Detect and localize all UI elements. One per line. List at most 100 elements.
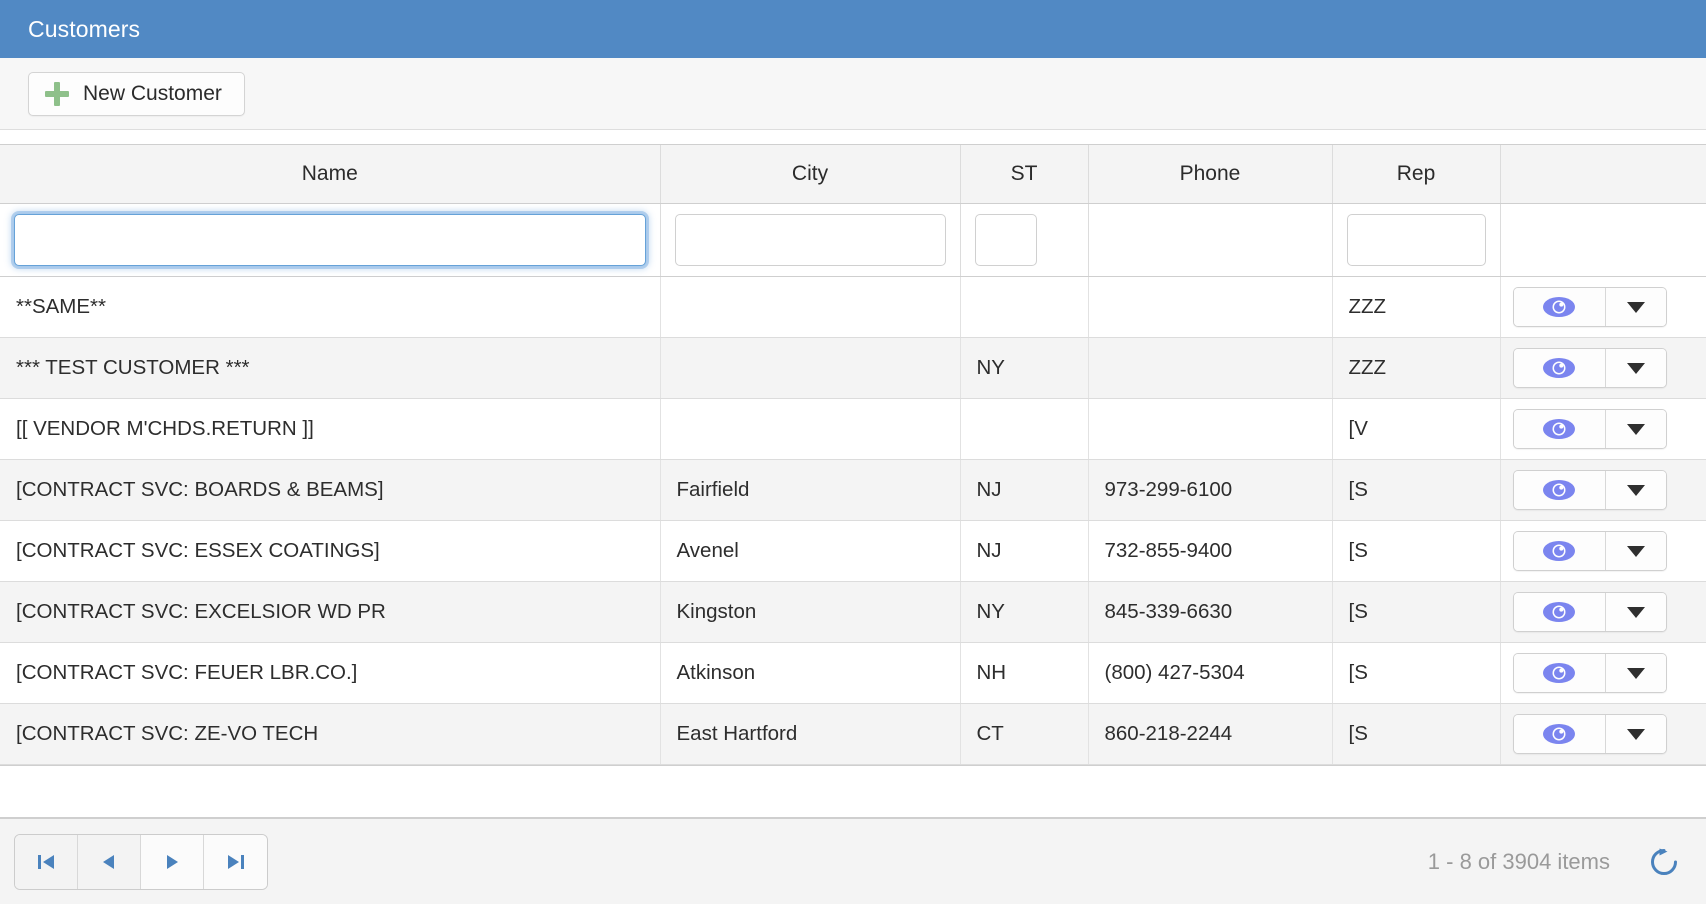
cell-city: Fairfield (660, 459, 961, 521)
row-menu-button[interactable] (1605, 288, 1666, 326)
filter-input-name[interactable] (14, 214, 646, 266)
grid-empty-area (0, 765, 1706, 817)
cell-rep: [S (1332, 703, 1501, 765)
last-page-icon (227, 854, 244, 869)
view-button[interactable] (1513, 654, 1606, 692)
filter-input-st[interactable] (974, 214, 1037, 266)
cell-name: [[ VENDOR M'CHDS.RETURN ]] (0, 398, 661, 460)
table-row[interactable]: [CONTRACT SVC: ESSEX COATINGS] Avenel NJ… (0, 520, 1706, 582)
new-customer-button[interactable]: New Customer (28, 71, 245, 116)
filter-cell-name (0, 203, 661, 277)
filter-input-rep[interactable] (1346, 214, 1486, 266)
cell-st: NY (960, 581, 1089, 643)
row-action-group (1512, 470, 1667, 510)
row-action-group (1512, 287, 1667, 327)
refresh-button[interactable] (1644, 842, 1684, 882)
table-row[interactable]: [CONTRACT SVC: BOARDS & BEAMS] Fairfield… (0, 459, 1706, 521)
cell-city: Kingston (660, 581, 961, 643)
table-row[interactable]: [CONTRACT SVC: FEUER LBR.CO.] Atkinson N… (0, 642, 1706, 704)
table-row[interactable]: *** TEST CUSTOMER *** NY ZZZ (0, 337, 1706, 399)
eye-icon (1543, 480, 1575, 500)
pager: 1 - 8 of 3904 items (0, 818, 1706, 904)
table-row[interactable]: [[ VENDOR M'CHDS.RETURN ]] [V (0, 398, 1706, 460)
table-row[interactable]: **SAME** ZZZ (0, 276, 1706, 338)
cell-phone (1088, 337, 1333, 399)
column-header-name[interactable]: Name (0, 145, 661, 204)
cell-rep: ZZZ (1332, 276, 1501, 338)
cell-name: [CONTRACT SVC: EXCELSIOR WD PR (0, 581, 661, 643)
row-menu-button[interactable] (1605, 715, 1666, 753)
next-page-button[interactable] (141, 834, 204, 889)
cell-name: [CONTRACT SVC: ESSEX COATINGS] (0, 520, 661, 582)
column-header-rep[interactable]: Rep (1332, 145, 1501, 204)
filter-cell-city (660, 203, 961, 277)
eye-icon (1543, 724, 1575, 744)
cell-actions (1500, 459, 1706, 521)
cell-actions (1500, 398, 1706, 460)
row-menu-button[interactable] (1605, 593, 1666, 631)
last-page-button[interactable] (204, 834, 267, 889)
cell-phone (1088, 276, 1333, 338)
view-button[interactable] (1513, 715, 1606, 753)
column-header-phone[interactable]: Phone (1088, 145, 1333, 204)
row-menu-button[interactable] (1605, 532, 1666, 570)
cell-city (660, 276, 961, 338)
refresh-icon (1651, 848, 1677, 875)
view-button[interactable] (1513, 410, 1606, 448)
row-menu-button[interactable] (1605, 349, 1666, 387)
eye-icon (1543, 541, 1575, 561)
column-header-city[interactable]: City (660, 145, 961, 204)
row-menu-button[interactable] (1605, 410, 1666, 448)
cell-st (960, 398, 1089, 460)
eye-icon (1543, 297, 1575, 317)
column-header-st[interactable]: ST (960, 145, 1089, 204)
filter-cell-actions (1500, 203, 1706, 277)
new-customer-button-label: New Customer (83, 81, 222, 105)
cell-city: Atkinson (660, 642, 961, 704)
view-button[interactable] (1513, 593, 1606, 631)
eye-icon (1543, 663, 1575, 683)
view-button[interactable] (1513, 471, 1606, 509)
customers-table: Name City ST Phone Rep **SAME** ZZZ *** … (0, 145, 1706, 765)
cell-phone: (800) 427-5304 (1088, 642, 1333, 704)
cell-st: CT (960, 703, 1089, 765)
chevron-down-icon (1626, 362, 1645, 374)
view-button[interactable] (1513, 288, 1606, 326)
cell-phone: 860-218-2244 (1088, 703, 1333, 765)
cell-rep: [S (1332, 459, 1501, 521)
row-action-group (1512, 653, 1667, 693)
cell-st: NY (960, 337, 1089, 399)
first-page-button[interactable] (15, 834, 78, 889)
cell-city (660, 398, 961, 460)
cell-name: [CONTRACT SVC: FEUER LBR.CO.] (0, 642, 661, 704)
cell-rep: [S (1332, 520, 1501, 582)
view-button[interactable] (1513, 349, 1606, 387)
row-action-group (1512, 714, 1667, 754)
previous-page-button[interactable] (78, 834, 141, 889)
column-header-actions (1500, 145, 1706, 204)
view-button[interactable] (1513, 532, 1606, 570)
header-row: Name City ST Phone Rep (0, 145, 1706, 204)
cell-city: East Hartford (660, 703, 961, 765)
customers-grid: Name City ST Phone Rep **SAME** ZZZ *** … (0, 144, 1706, 818)
toolbar: New Customer (0, 58, 1706, 130)
cell-actions (1500, 337, 1706, 399)
cell-st: NJ (960, 459, 1089, 521)
filter-cell-st (960, 203, 1089, 277)
cell-city (660, 337, 961, 399)
chevron-down-icon (1626, 667, 1645, 679)
row-menu-button[interactable] (1605, 654, 1666, 692)
first-page-icon (38, 854, 54, 869)
filter-input-city[interactable] (674, 214, 946, 266)
cell-st: NJ (960, 520, 1089, 582)
page-title: Customers (28, 15, 141, 42)
cell-st: NH (960, 642, 1089, 704)
cell-name: *** TEST CUSTOMER *** (0, 337, 661, 399)
table-row[interactable]: [CONTRACT SVC: ZE-VO TECH East Hartford … (0, 703, 1706, 765)
cell-name: **SAME** (0, 276, 661, 338)
table-row[interactable]: [CONTRACT SVC: EXCELSIOR WD PR Kingston … (0, 581, 1706, 643)
row-menu-button[interactable] (1605, 471, 1666, 509)
filter-row (0, 203, 1706, 277)
cell-city: Avenel (660, 520, 961, 582)
window-title-bar: Customers (0, 0, 1706, 58)
